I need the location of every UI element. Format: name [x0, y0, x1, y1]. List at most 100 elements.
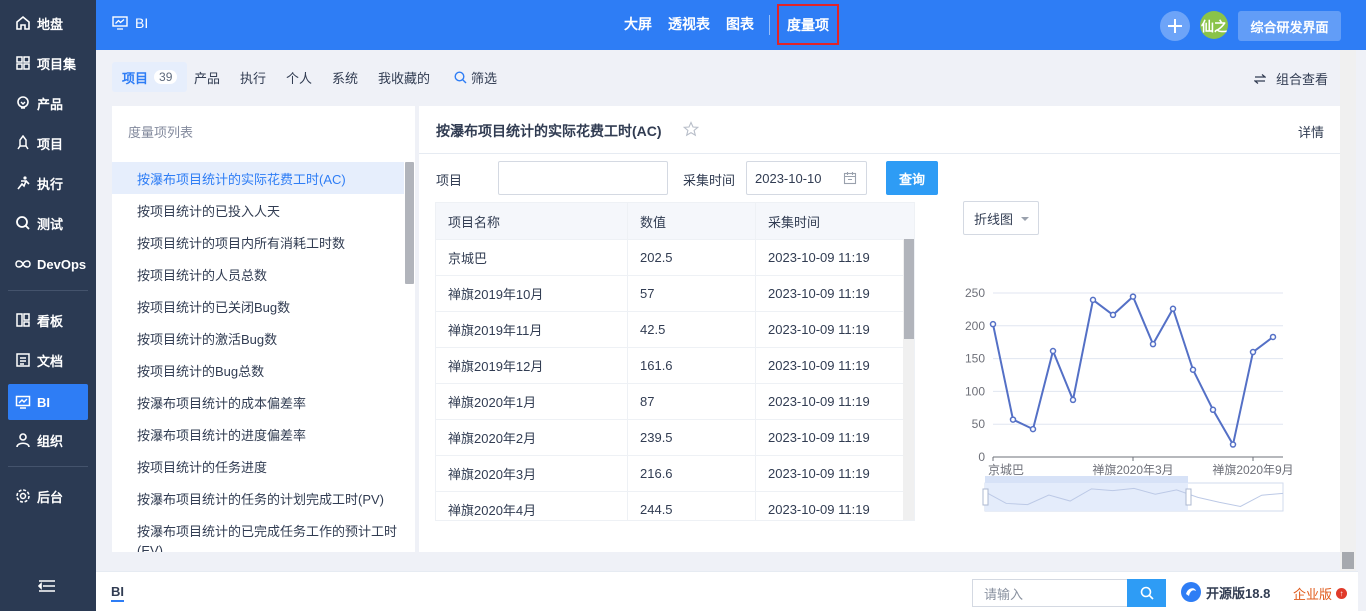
- metric-item[interactable]: 按项目统计的任务进度: [112, 450, 404, 482]
- x-tick-label: 京城巴: [988, 463, 1024, 477]
- nav-item-kanban[interactable]: 看板: [8, 302, 88, 338]
- project-icon: [14, 134, 32, 152]
- page-scrollbar-thumb[interactable]: [1342, 552, 1354, 569]
- search-button[interactable]: [1127, 579, 1166, 607]
- topnav-screen[interactable]: 大屏: [624, 14, 652, 34]
- column-header: 数值: [628, 203, 756, 239]
- nav-item-project[interactable]: 项目: [8, 125, 88, 161]
- topnav-pivot[interactable]: 透视表: [668, 14, 710, 34]
- cell-project: 禅旗2020年4月: [436, 492, 628, 520]
- global-search-input[interactable]: 请输入: [972, 579, 1127, 607]
- metric-item[interactable]: 按瀑布项目统计的已完成任务工作的预计工时(EV): [112, 514, 404, 552]
- nav-item-program[interactable]: 项目集: [8, 45, 88, 81]
- menu-collapse-icon[interactable]: [37, 579, 58, 597]
- metric-item[interactable]: 按瀑布项目统计的进度偏差率: [112, 418, 404, 450]
- tab-label: 个人: [286, 70, 313, 86]
- cell-value: 202.5: [628, 240, 756, 275]
- tab-label: 产品: [194, 70, 221, 86]
- footer-bar: BI 请输入 开源版18.8 企业版 ↑: [96, 571, 1358, 611]
- chart-type-select[interactable]: 折线图: [963, 201, 1039, 235]
- filter-label: 筛选: [471, 70, 498, 86]
- combo-view-button[interactable]: 组合查看: [1254, 69, 1328, 88]
- cell-value: 87: [628, 384, 756, 419]
- nav-label: 测试: [37, 216, 64, 232]
- cell-time: 2023-10-09 11:19: [768, 394, 870, 409]
- topnav-metrics[interactable]: 度量项: [777, 4, 839, 45]
- nav-item-product[interactable]: 产品: [8, 85, 88, 121]
- nav-item-doc[interactable]: 文档: [8, 342, 88, 378]
- detail-link[interactable]: 详情: [1298, 122, 1324, 141]
- metric-item[interactable]: 按瀑布项目统计的成本偏差率: [112, 386, 404, 418]
- cell-time: 2023-10-09 11:19: [768, 466, 870, 481]
- metric-item[interactable]: 按项目统计的激活Bug数: [112, 322, 404, 354]
- data-point: [1089, 296, 1097, 304]
- metric-item[interactable]: 按项目统计的已关闭Bug数: [112, 290, 404, 322]
- y-tick-label: 150: [965, 352, 985, 366]
- zoom-slider-selection: [985, 483, 1188, 511]
- sidebar-title: 度量项列表: [128, 125, 194, 140]
- table-scrollbar-thumb[interactable]: [904, 239, 914, 339]
- table-row: 禅旗2019年12月 161.6 2023-10-09 11:19: [436, 347, 903, 383]
- filter-button[interactable]: 筛选: [454, 62, 497, 92]
- metric-item[interactable]: 按项目统计的项目内所有消耗工时数: [112, 226, 404, 258]
- metric-item[interactable]: 按项目统计的人员总数: [112, 258, 404, 290]
- nav-label: 后台: [37, 489, 64, 505]
- data-point: [1029, 425, 1037, 433]
- tab-label: 系统: [332, 70, 359, 86]
- time-label: 采集时间: [683, 173, 736, 188]
- sidebar-scrollbar[interactable]: [405, 162, 414, 284]
- y-tick-label: 200: [965, 319, 985, 333]
- query-button[interactable]: 查询: [886, 161, 938, 195]
- nav-item-devops[interactable]: DevOps: [8, 246, 88, 282]
- calendar-icon: [843, 171, 857, 188]
- star-icon[interactable]: [682, 121, 700, 137]
- project-input[interactable]: [498, 161, 668, 195]
- enterprise-link[interactable]: 企业版 ↑: [1293, 584, 1348, 603]
- cell-time: 2023-10-09 11:19: [768, 358, 870, 373]
- nav-item-execution[interactable]: 执行: [8, 165, 88, 201]
- zoom-slider-bar: [985, 476, 1188, 483]
- metric-item[interactable]: 按瀑布项目统计的实际花费工时(AC): [112, 162, 404, 194]
- tab-execution[interactable]: 执行: [240, 62, 266, 92]
- nav-item-dashboard[interactable]: 地盘: [8, 5, 88, 41]
- grid-icon: [14, 54, 32, 72]
- cell-project: 禅旗2020年3月: [436, 456, 628, 491]
- tab-personal[interactable]: 个人: [286, 62, 312, 92]
- add-button[interactable]: [1160, 11, 1190, 41]
- infinity-icon: [14, 255, 32, 273]
- breadcrumb[interactable]: BI: [111, 584, 124, 602]
- rd-interface-button[interactable]: 综合研发界面: [1238, 11, 1341, 41]
- tab-favorites[interactable]: 我收藏的: [378, 62, 430, 92]
- nav-divider: [8, 290, 88, 291]
- data-point: [1069, 396, 1077, 404]
- date-input[interactable]: 2023-10-10: [746, 161, 867, 195]
- gear-icon: [14, 487, 32, 505]
- cell-value: 216.6: [628, 456, 756, 491]
- page-scrollbar-track[interactable]: [1340, 50, 1356, 571]
- nav-item-org[interactable]: 组织: [8, 422, 88, 458]
- bulb-icon: [14, 94, 32, 112]
- nav-item-admin[interactable]: 后台: [8, 478, 88, 514]
- avatar[interactable]: 仙之: [1200, 11, 1228, 39]
- tab-project[interactable]: 项目 39: [112, 62, 188, 92]
- nav-label: 项目: [37, 136, 64, 152]
- search-icon: [1140, 586, 1154, 600]
- table-row: 禅旗2019年10月 57 2023-10-09 11:19: [436, 275, 903, 311]
- metric-item[interactable]: 按项目统计的已投入人天: [112, 194, 404, 226]
- topnav-chart[interactable]: 图表: [726, 14, 754, 34]
- metric-scope-tabs: 项目 39 产品 执行 个人 系统 我收藏的 筛选 组合查看: [96, 50, 1358, 105]
- chart-type-value: 折线图: [974, 211, 1014, 227]
- metric-item[interactable]: 按项目统计的Bug总数: [112, 354, 404, 386]
- table-row: 禅旗2020年3月 216.6 2023-10-09 11:19: [436, 455, 903, 491]
- nav-item-bi[interactable]: BI: [8, 384, 88, 420]
- series-line: [992, 294, 1274, 448]
- tab-system[interactable]: 系统: [332, 62, 358, 92]
- data-point: [1129, 293, 1137, 300]
- search-icon: [454, 70, 467, 84]
- project-label: 项目: [436, 173, 463, 188]
- metric-item[interactable]: 按瀑布项目统计的任务的计划完成工时(PV): [112, 482, 404, 514]
- doc-icon: [14, 351, 32, 369]
- tab-product[interactable]: 产品: [194, 62, 220, 92]
- nav-item-test[interactable]: 测试: [8, 205, 88, 241]
- cell-value: 239.5: [628, 420, 756, 455]
